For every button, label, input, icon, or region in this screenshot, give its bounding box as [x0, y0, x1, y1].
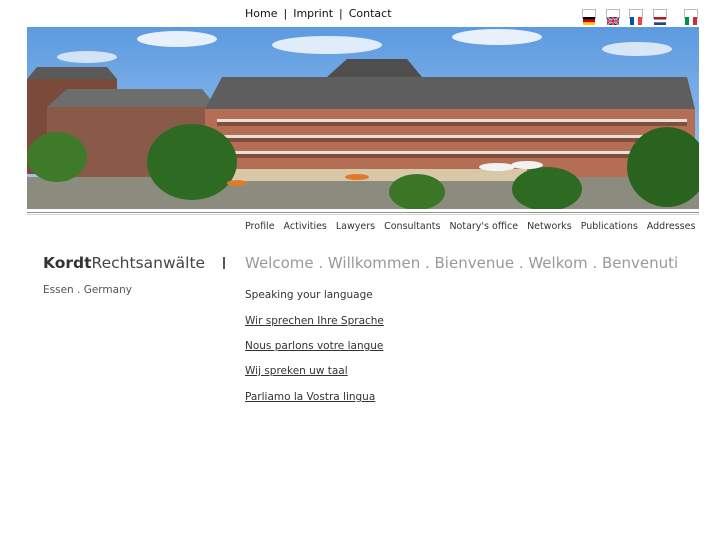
french-flag-icon[interactable]	[629, 9, 643, 25]
nav-profile-link[interactable]: Profile	[245, 221, 275, 232]
nav-notary-office-link[interactable]: Notary's office	[449, 221, 518, 232]
language-link-french[interactable]: Nous parlons votre langue	[245, 340, 383, 352]
firm-location: Essen . Germany	[43, 284, 132, 296]
header-divider	[27, 212, 699, 213]
firm-logo: KordtRechtsanwälte	[43, 254, 225, 272]
nav-activities-link[interactable]: Activities	[284, 221, 327, 232]
logo-divider	[223, 257, 225, 269]
nav-networks-link[interactable]: Networks	[527, 221, 572, 232]
language-text-english: Speaking your language	[245, 289, 373, 301]
nav-addresses-link[interactable]: Addresses	[647, 221, 696, 232]
language-link-italian[interactable]: Parliamo la Vostra lingua	[245, 391, 375, 403]
logo-text: Rechtsanwälte	[91, 254, 206, 272]
nav-publications-link[interactable]: Publications	[581, 221, 638, 232]
header-divider-light	[27, 214, 699, 215]
logo-bold-text: Kordt	[43, 254, 92, 272]
dutch-flag-icon[interactable]	[653, 9, 667, 25]
nav-separator: |	[339, 7, 343, 20]
welcome-heading: Welcome . Willkommen . Bienvenue . Welko…	[245, 254, 679, 272]
office-building-photo	[27, 27, 699, 209]
home-link[interactable]: Home	[245, 7, 277, 20]
italian-flag-icon[interactable]	[684, 9, 698, 25]
contact-link[interactable]: Contact	[349, 7, 392, 20]
language-link-german[interactable]: Wir sprechen Ihre Sprache	[245, 315, 384, 327]
nav-consultants-link[interactable]: Consultants	[384, 221, 440, 232]
language-link-dutch[interactable]: Wij spreken uw taal	[245, 365, 348, 377]
top-navigation: Home | Imprint | Contact	[245, 7, 392, 20]
imprint-link[interactable]: Imprint	[293, 7, 333, 20]
nav-lawyers-link[interactable]: Lawyers	[336, 221, 375, 232]
section-navigation: Profile Activities Lawyers Consultants Notar…	[245, 221, 704, 232]
german-flag-icon[interactable]	[582, 9, 596, 25]
uk-flag-icon[interactable]	[606, 9, 620, 26]
nav-separator: |	[283, 7, 288, 20]
